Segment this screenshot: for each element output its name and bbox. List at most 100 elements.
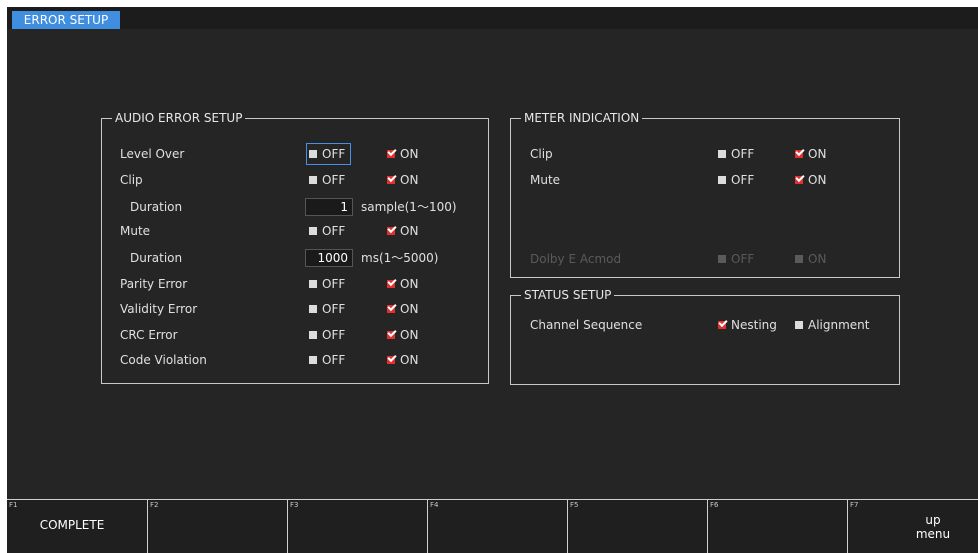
dolby-e-acmod-label: Dolby E Acmod [530, 252, 622, 266]
checkbox-checked-icon [387, 304, 395, 313]
function-key-number: F6 [710, 501, 719, 509]
alignment-option[interactable]: Alignment [795, 317, 869, 333]
option-label: OFF [322, 277, 346, 291]
function-key-number: F7 [850, 501, 859, 509]
meter-clip-off-option[interactable]: OFF [718, 146, 754, 162]
group-title: AUDIO ERROR SETUP [112, 111, 246, 125]
dolby-off-option: OFF [718, 251, 754, 267]
option-label: OFF [731, 252, 755, 266]
meter-clip-label: Clip [530, 147, 553, 161]
checkbox-icon [309, 279, 317, 288]
clip-duration-label: Duration [130, 200, 183, 214]
checkbox-icon [309, 175, 317, 184]
meter-clip-on-option[interactable]: ON [795, 146, 826, 162]
function-key-label: up menu [888, 513, 978, 541]
meter-mute-label: Mute [530, 173, 561, 187]
mute-off-option[interactable]: OFF [309, 223, 345, 239]
mute-duration-input[interactable]: 1000 [305, 249, 353, 267]
code-violation-on-option[interactable]: ON [387, 352, 418, 368]
checkbox-icon [309, 330, 317, 339]
option-label: OFF [322, 353, 346, 367]
channel-sequence-label: Channel Sequence [530, 318, 643, 332]
mute-duration-unit: ms(1〜5000) [361, 251, 439, 265]
checkbox-icon [718, 149, 726, 158]
option-label: OFF [731, 147, 755, 161]
crc-error-off-option[interactable]: OFF [309, 327, 345, 343]
checkbox-icon [309, 226, 317, 235]
validity-error-on-option[interactable]: ON [387, 301, 418, 317]
checkbox-icon [718, 175, 726, 184]
option-label: ON [400, 224, 419, 238]
code-violation-label: Code Violation [120, 353, 207, 367]
checkbox-checked-icon [387, 175, 395, 184]
f6-button[interactable]: F6 [707, 499, 847, 553]
checkbox-icon [309, 304, 317, 313]
parity-error-label: Parity Error [120, 277, 188, 291]
clip-duration-input[interactable]: 1 [305, 198, 353, 216]
parity-error-off-option[interactable]: OFF [309, 276, 345, 292]
f7-up-menu-button[interactable]: F7 up menu [847, 499, 978, 553]
parity-error-on-option[interactable]: ON [387, 276, 418, 292]
option-label: OFF [322, 173, 346, 187]
option-label: OFF [322, 302, 346, 316]
function-key-number: F3 [290, 501, 299, 509]
dolby-on-option: ON [795, 251, 826, 267]
clip-duration-unit: sample(1〜100) [361, 200, 457, 214]
function-key-number: F2 [150, 501, 159, 509]
mute-on-option[interactable]: ON [387, 223, 418, 239]
screen: ERROR SETUP AUDIO ERROR SETUP Level Over… [7, 7, 978, 553]
option-label: ON [400, 147, 419, 161]
checkbox-checked-icon [718, 320, 726, 329]
function-key-number: F1 [9, 501, 18, 509]
nesting-option[interactable]: Nesting [718, 317, 777, 333]
meter-mute-on-option[interactable]: ON [795, 172, 826, 188]
option-label: OFF [322, 328, 346, 342]
option-label: ON [400, 328, 419, 342]
checkbox-checked-icon [387, 149, 395, 158]
f4-button[interactable]: F4 [427, 499, 567, 553]
code-violation-off-option[interactable]: OFF [309, 352, 345, 368]
option-label: ON [400, 353, 419, 367]
f2-button[interactable]: F2 [147, 499, 287, 553]
validity-error-label: Validity Error [120, 302, 198, 316]
function-key-label-line2: menu [915, 527, 951, 541]
function-key-label-line1: up [925, 513, 941, 527]
option-label: ON [400, 302, 419, 316]
function-key-number: F4 [430, 501, 439, 509]
level-over-label: Level Over [120, 147, 185, 161]
option-label: ON [808, 252, 827, 266]
validity-error-off-option[interactable]: OFF [309, 301, 345, 317]
level-over-on-option[interactable]: ON [387, 146, 418, 162]
group-title: METER INDICATION [521, 111, 643, 125]
f5-button[interactable]: F5 [567, 499, 707, 553]
level-over-off-option[interactable]: OFF [305, 143, 352, 165]
option-label: Alignment [808, 318, 870, 332]
crc-error-on-option[interactable]: ON [387, 327, 418, 343]
option-label: Nesting [731, 318, 777, 332]
checkbox-disabled-icon [795, 254, 803, 263]
checkbox-checked-icon [387, 279, 395, 288]
status-setup-group: STATUS SETUP [510, 288, 900, 385]
checkbox-checked-icon [387, 226, 395, 235]
clip-off-option[interactable]: OFF [309, 172, 345, 188]
option-label: ON [808, 173, 827, 187]
tab-error-setup[interactable]: ERROR SETUP [12, 11, 120, 29]
checkbox-checked-icon [795, 149, 803, 158]
function-key-label: COMPLETE [39, 518, 105, 532]
f1-complete-button[interactable]: F1 COMPLETE [7, 499, 147, 553]
option-label: ON [808, 147, 827, 161]
checkbox-disabled-icon [718, 254, 726, 263]
checkbox-icon [309, 149, 317, 158]
checkbox-checked-icon [387, 355, 395, 364]
tab-strip: ERROR SETUP [7, 7, 978, 29]
checkbox-checked-icon [795, 175, 803, 184]
clip-on-option[interactable]: ON [387, 172, 418, 188]
function-key-number: F5 [570, 501, 579, 509]
f3-button[interactable]: F3 [287, 499, 427, 553]
checkbox-checked-icon [387, 330, 395, 339]
group-title: STATUS SETUP [521, 288, 615, 302]
option-label: OFF [322, 147, 346, 161]
mute-duration-label: Duration [130, 251, 183, 265]
mute-label: Mute [120, 224, 151, 238]
meter-mute-off-option[interactable]: OFF [718, 172, 754, 188]
